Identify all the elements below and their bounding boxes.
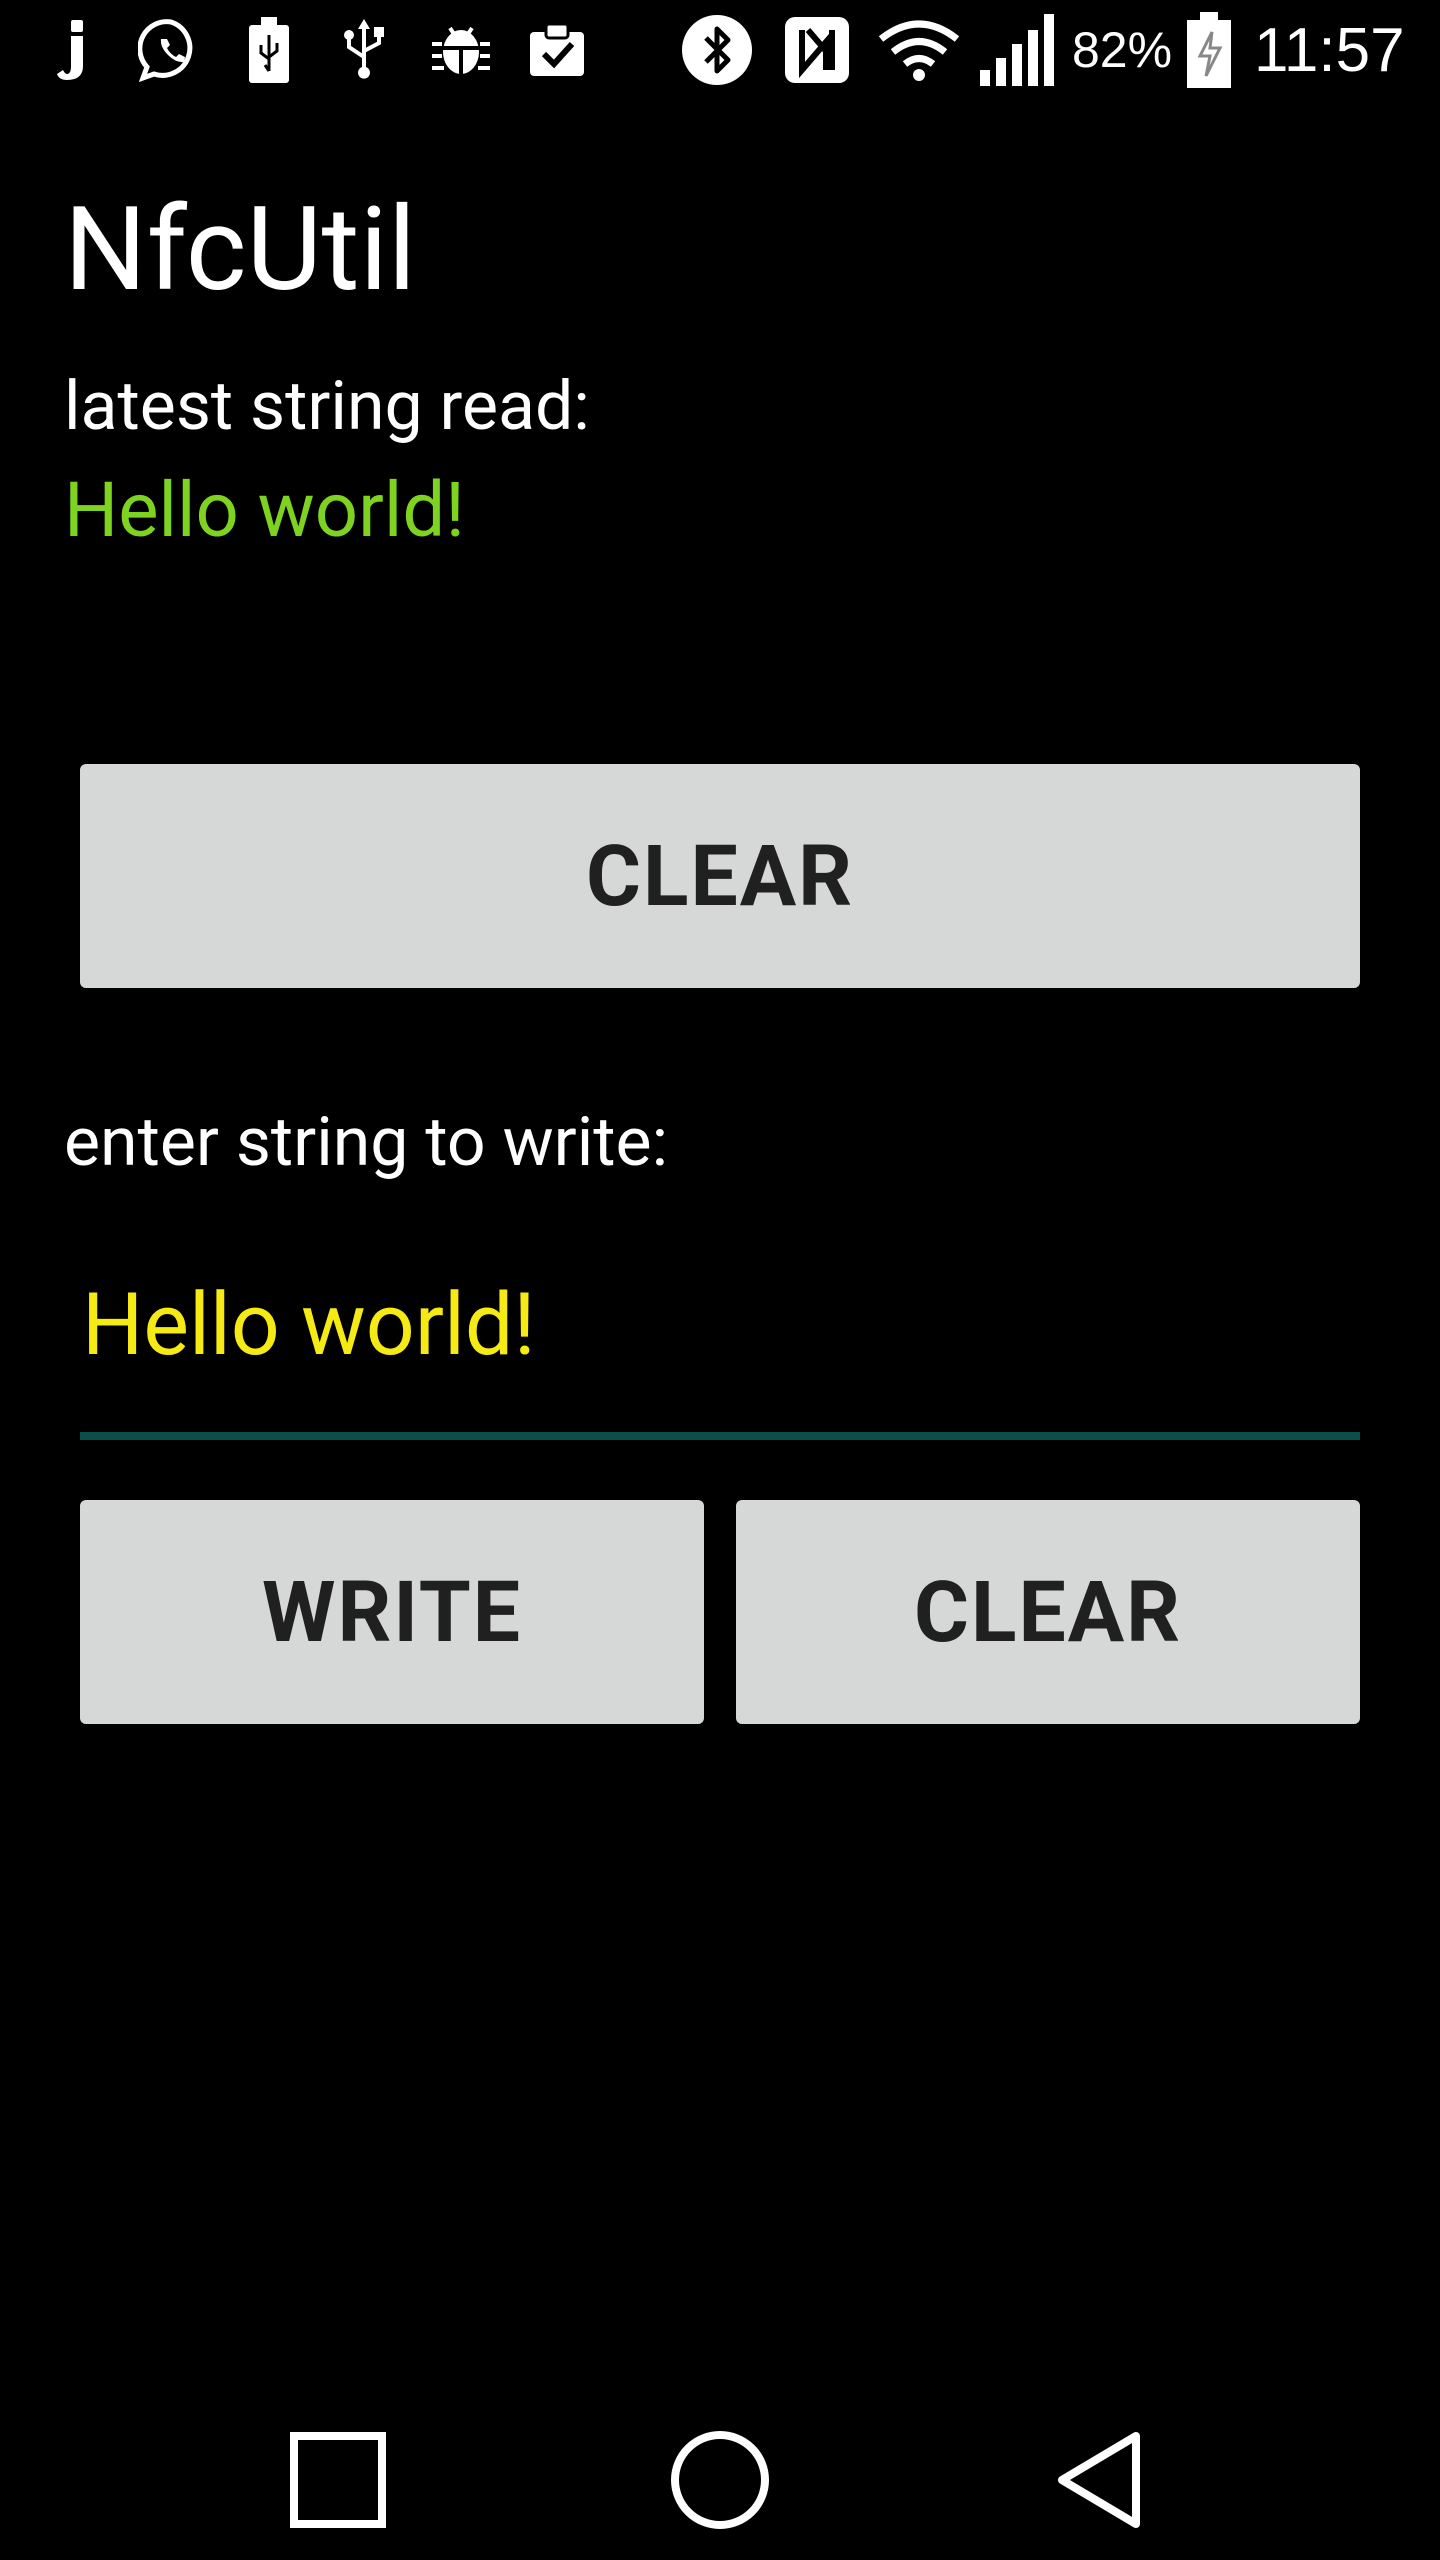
battery-charging-icon xyxy=(1182,0,1236,100)
android-debug-icon xyxy=(426,0,496,100)
juice-app-icon xyxy=(48,0,98,100)
navigation-bar xyxy=(0,2400,1440,2560)
usb-icon xyxy=(336,0,392,100)
cell-signal-icon xyxy=(976,0,1060,100)
bluetooth-icon xyxy=(678,0,756,100)
write-string-input[interactable] xyxy=(80,1250,1360,1440)
back-button[interactable] xyxy=(1000,2400,1200,2560)
clear-read-button[interactable]: CLEAR xyxy=(80,764,1360,988)
latest-string-value: Hello world! xyxy=(64,465,465,555)
home-icon xyxy=(671,2431,769,2529)
whatsapp-icon xyxy=(136,0,206,100)
status-bar-clock: 11:57 xyxy=(1254,15,1405,85)
clear-write-button[interactable]: CLEAR xyxy=(736,1500,1360,1724)
status-bar: 82% 11:57 xyxy=(0,0,1440,100)
recent-apps-button[interactable] xyxy=(238,2400,438,2560)
write-string-label: enter string to write: xyxy=(64,1102,669,1182)
usb-storage-icon xyxy=(244,0,294,100)
nfc-icon xyxy=(780,0,854,100)
battery-percent: 82% xyxy=(1072,22,1173,78)
home-button[interactable] xyxy=(620,2400,820,2560)
clipboard-check-icon xyxy=(524,0,590,100)
write-button[interactable]: WRITE xyxy=(80,1500,704,1724)
latest-string-label: latest string read: xyxy=(64,366,590,446)
wifi-icon xyxy=(876,0,962,100)
recent-apps-icon xyxy=(290,2432,386,2528)
app-title: NfcUtil xyxy=(64,182,417,318)
back-icon xyxy=(1058,2432,1140,2528)
